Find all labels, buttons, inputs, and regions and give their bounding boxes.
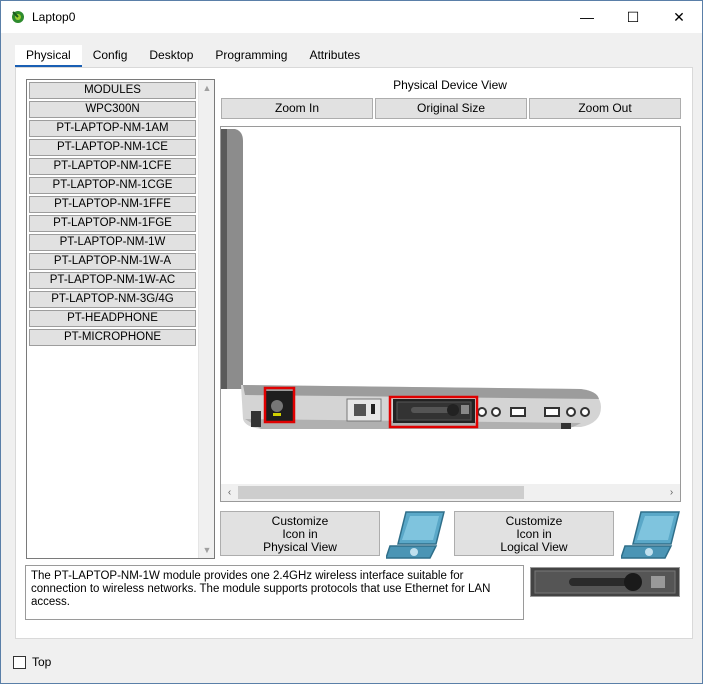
module-item[interactable]: PT-LAPTOP-NM-1FGE xyxy=(29,215,196,232)
module-item[interactable]: MODULES xyxy=(29,82,196,99)
title-bar: Laptop0 — ☐ ✕ xyxy=(1,1,702,33)
module-item[interactable]: PT-LAPTOP-NM-1FFE xyxy=(29,196,196,213)
tab-bar: Physical Config Desktop Programming Attr… xyxy=(15,45,371,67)
physical-device-view[interactable]: ‹ › xyxy=(220,126,681,502)
laptop-logical-icon xyxy=(621,511,680,559)
maximize-button[interactable]: ☐ xyxy=(610,1,656,33)
top-checkbox-label: Top xyxy=(32,655,52,669)
tab-config[interactable]: Config xyxy=(82,45,139,67)
module-item[interactable]: PT-LAPTOP-NM-1CGE xyxy=(29,177,196,194)
top-checkbox-row[interactable]: Top xyxy=(13,655,51,669)
close-button[interactable]: ✕ xyxy=(656,1,702,33)
window-title: Laptop0 xyxy=(32,10,76,24)
zoom-out-button[interactable]: Zoom Out xyxy=(529,98,681,119)
device-view-hscrollbar[interactable]: ‹ › xyxy=(221,484,680,501)
laptop-physical-icon xyxy=(386,511,445,559)
minimize-button[interactable]: — xyxy=(564,1,610,33)
scroll-right-icon[interactable]: › xyxy=(663,484,680,501)
device-view-title: Physical Device View xyxy=(393,78,507,92)
hscroll-thumb[interactable] xyxy=(238,486,524,499)
customize-physical-line-3: Physical View xyxy=(263,540,337,554)
module-item[interactable]: PT-LAPTOP-NM-1CFE xyxy=(29,158,196,175)
physical-panel: MODULES WPC300N PT-LAPTOP-NM-1AM PT-LAPTOP-… xyxy=(15,67,693,639)
laptop-side-illustration xyxy=(221,129,601,429)
module-list-items: MODULES WPC300N PT-LAPTOP-NM-1AM PT-LAPTOP-… xyxy=(27,80,199,558)
top-checkbox[interactable] xyxy=(13,655,26,669)
scroll-down-icon[interactable]: ▼ xyxy=(199,542,215,558)
module-description: The PT-LAPTOP-NM-1W module provides one … xyxy=(25,565,524,620)
packet-tracer-icon xyxy=(12,11,24,23)
module-list: MODULES WPC300N PT-LAPTOP-NM-1AM PT-LAPTOP-… xyxy=(26,79,215,559)
module-item[interactable]: PT-LAPTOP-NM-1W xyxy=(29,234,196,251)
customize-physical-icon-button[interactable]: Customize Icon in Physical View xyxy=(220,511,380,556)
scroll-up-icon[interactable]: ▲ xyxy=(199,80,215,96)
laptop-window: Laptop0 — ☐ ✕ Physical Config Desktop Pr… xyxy=(0,0,703,684)
wireless-module-image xyxy=(531,568,679,596)
customize-logical-line-3: Logical View xyxy=(500,540,568,554)
module-item[interactable]: WPC300N xyxy=(29,101,196,118)
module-item[interactable]: PT-LAPTOP-NM-1AM xyxy=(29,120,196,137)
module-item[interactable]: PT-MICROPHONE xyxy=(29,329,196,346)
module-item[interactable]: PT-LAPTOP-NM-1W-A xyxy=(29,253,196,270)
customize-logical-icon-button[interactable]: Customize Icon in Logical View xyxy=(454,511,614,556)
tab-physical[interactable]: Physical xyxy=(15,45,82,67)
module-thumbnail xyxy=(530,567,680,597)
module-list-scrollbar[interactable]: ▲ ▼ xyxy=(198,80,214,558)
module-item[interactable]: PT-LAPTOP-NM-1CE xyxy=(29,139,196,156)
zoom-in-button[interactable]: Zoom In xyxy=(221,98,373,119)
tab-attributes[interactable]: Attributes xyxy=(298,45,371,67)
module-item[interactable]: PT-HEADPHONE xyxy=(29,310,196,327)
tab-desktop[interactable]: Desktop xyxy=(138,45,204,67)
tab-programming[interactable]: Programming xyxy=(204,45,298,67)
scroll-left-icon[interactable]: ‹ xyxy=(221,484,238,501)
module-item[interactable]: PT-LAPTOP-NM-1W-AC xyxy=(29,272,196,289)
original-size-button[interactable]: Original Size xyxy=(375,98,527,119)
module-item[interactable]: PT-LAPTOP-NM-3G/4G xyxy=(29,291,196,308)
